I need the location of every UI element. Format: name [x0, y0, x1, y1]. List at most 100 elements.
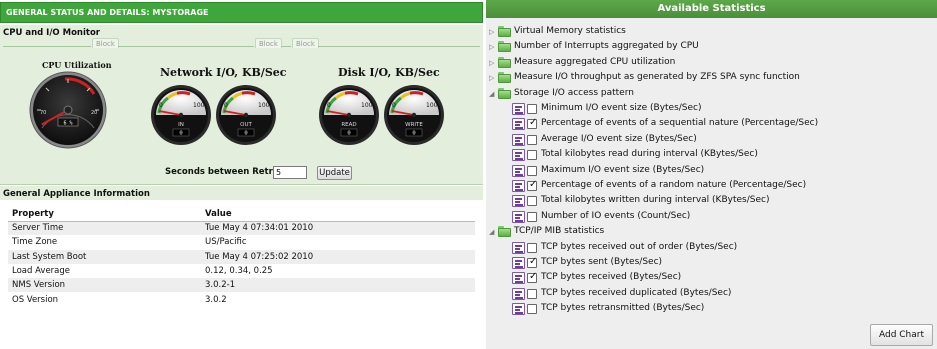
stat-item-avg-io-size[interactable]: Average I/O event size (Bytes/Sec)	[486, 133, 937, 148]
folder-icon	[498, 26, 511, 37]
table-row: Last System Boot Tue May 4 07:25:02 2010	[8, 249, 475, 264]
in-gauge-min: 0	[159, 102, 163, 109]
stat-item-tcp-out-of-order[interactable]: TCP bytes received out of order (Bytes/S…	[486, 241, 937, 256]
stat-label: Percentage of events of a random nature …	[541, 180, 807, 190]
collapse-arrow-icon[interactable]: ◢	[489, 90, 494, 98]
stat-label: Maximum I/O event size (Bytes/Sec)	[541, 164, 705, 175]
stat-chart-icon	[512, 287, 525, 300]
write-gauge-value: 0	[412, 131, 415, 137]
checkbox-icon[interactable]	[527, 211, 537, 222]
checkbox-icon[interactable]	[527, 150, 537, 161]
stat-item-min-io-size[interactable]: Minimum I/O event size (Bytes/Sec)	[486, 102, 937, 117]
stat-item-tcp-retransmitted[interactable]: TCP bytes retransmitted (Bytes/Sec)	[486, 302, 937, 317]
read-gauge-label: READ	[341, 122, 356, 128]
category-interrupts[interactable]: ▷ Number of Interrupts aggregated by CPU	[486, 40, 937, 55]
stat-chart-icon	[512, 118, 525, 131]
disk-write-gauge: 0 100 WRITE 0	[384, 85, 444, 145]
category-label: Measure I/O throughput as generated by Z…	[514, 72, 800, 83]
expand-arrow-icon[interactable]: ▷	[489, 43, 494, 51]
stat-label: Minimum I/O event size (Bytes/Sec)	[541, 103, 702, 113]
checkbox-icon[interactable]	[527, 165, 537, 176]
read-gauge-value: 0	[347, 131, 350, 137]
category-label: Storage I/O access pattern	[514, 87, 634, 98]
value-cell: 0.12, 0.34, 0.25	[201, 263, 475, 279]
general-status-panel: GENERAL STATUS AND DETAILS: MYSTORAGE CP…	[0, 0, 483, 349]
table-row: NMS Version 3.0.2-1	[8, 278, 475, 293]
value-cell: US/Pacific	[201, 235, 475, 250]
stat-chart-icon	[512, 257, 525, 269]
checkbox-icon[interactable]	[527, 242, 537, 253]
block-tab-network[interactable]: Block	[255, 38, 282, 48]
property-cell: Server Time	[8, 221, 201, 236]
checkbox-icon[interactable]	[527, 288, 537, 299]
checkbox-icon[interactable]	[527, 104, 537, 114]
divider	[3, 46, 91, 47]
cpu-utilization-gauge: 70 20 6 %	[29, 71, 107, 149]
category-zfs-spa-sync[interactable]: ▷ Measure I/O throughput as generated by…	[486, 71, 937, 86]
out-gauge-min: 0	[224, 102, 228, 109]
read-gauge-max: 100	[361, 102, 373, 109]
stat-item-sequential-pct[interactable]: ✓ Percentage of events of a sequential n…	[486, 117, 937, 132]
stat-chart-icon	[512, 149, 525, 162]
stat-label: TCP bytes sent (Bytes/Sec)	[541, 257, 663, 267]
table-row: Server Time Tue May 4 07:34:01 2010	[8, 221, 475, 236]
category-cpu-utilization[interactable]: ▷ Measure aggregated CPU utilization	[486, 56, 937, 71]
stat-chart-icon	[512, 103, 525, 115]
stat-chart-icon	[512, 303, 525, 316]
stat-item-kb-written[interactable]: Total kilobytes written during interval …	[486, 194, 937, 209]
in-gauge-max: 100	[193, 102, 205, 109]
stat-item-tcp-sent[interactable]: ✓ TCP bytes sent (Bytes/Sec)	[486, 256, 937, 271]
add-chart-button[interactable]: Add Chart	[870, 324, 933, 346]
stat-item-max-io-size[interactable]: Maximum I/O event size (Bytes/Sec)	[486, 164, 937, 179]
cpu-io-title: CPU and I/O Monitor	[3, 28, 100, 38]
checkbox-icon[interactable]	[527, 196, 537, 207]
property-cell: Load Average	[8, 263, 201, 279]
stat-item-io-events[interactable]: Number of IO events (Count/Sec)	[486, 210, 937, 225]
update-button[interactable]: Update	[317, 166, 352, 180]
cpu-utilization-readout: 6 %	[63, 121, 72, 127]
stat-label: Percentage of events of a sequential nat…	[541, 118, 819, 129]
category-virtual-memory[interactable]: ▷ Virtual Memory statistics	[486, 25, 937, 40]
checkbox-icon[interactable]: ✓	[527, 256, 537, 268]
property-cell: Time Zone	[8, 235, 201, 250]
block-tab-disk[interactable]: Block	[292, 38, 319, 48]
cpu-utilization-title: CPU Utilization	[42, 60, 112, 70]
stat-item-tcp-received[interactable]: ✓ TCP bytes received (Bytes/Sec)	[486, 271, 937, 286]
table-row: Load Average 0.12, 0.34, 0.25	[8, 263, 475, 279]
property-cell: Last System Boot	[8, 249, 201, 264]
write-gauge-max: 100	[426, 102, 438, 109]
category-tcpip-mib[interactable]: ◢ TCP/IP MIB statistics	[486, 225, 937, 240]
general-status-header: GENERAL STATUS AND DETAILS: MYSTORAGE	[0, 2, 483, 23]
cpu-tick-20: 20	[91, 110, 97, 116]
checkbox-icon[interactable]: ✓	[527, 179, 537, 191]
expand-arrow-icon[interactable]: ▷	[489, 59, 494, 67]
table-row: OS Version 3.0.2	[8, 292, 475, 307]
category-storage-io[interactable]: ◢ Storage I/O access pattern	[486, 87, 937, 102]
divider	[281, 46, 291, 47]
seconds-between-retrieves-input[interactable]	[273, 166, 307, 179]
checkbox-icon[interactable]: ✓	[527, 117, 537, 130]
out-gauge-max: 100	[258, 102, 270, 109]
block-tab-cpu[interactable]: Block	[92, 38, 119, 48]
folder-icon	[498, 56, 511, 68]
network-in-gauge: 0 100 IN 0	[151, 85, 211, 145]
out-gauge-value: 0	[244, 131, 247, 137]
stat-item-tcp-duplicated[interactable]: TCP bytes received duplicated (Bytes/Sec…	[486, 287, 937, 302]
checkbox-icon[interactable]	[527, 304, 537, 315]
value-cell: 3.0.2	[201, 292, 475, 307]
write-gauge-label: WRITE	[405, 122, 423, 128]
disk-io-title: Disk I/O, KB/Sec	[338, 66, 440, 79]
available-statistics-panel: Available Statistics ▷ Virtual Memory st…	[486, 0, 937, 349]
stat-chart-icon	[512, 133, 525, 146]
checkbox-icon[interactable]: ✓	[527, 271, 537, 284]
property-cell: OS Version	[8, 292, 201, 307]
stat-item-random-pct[interactable]: ✓ Percentage of events of a random natur…	[486, 179, 937, 194]
collapse-arrow-icon[interactable]: ◢	[489, 228, 494, 236]
expand-arrow-icon[interactable]: ▷	[489, 74, 494, 82]
folder-icon	[498, 72, 511, 84]
stat-item-kb-read[interactable]: Total kilobytes read during interval (KB…	[486, 148, 937, 163]
expand-arrow-icon[interactable]: ▷	[489, 28, 494, 36]
checkbox-icon[interactable]	[527, 134, 537, 145]
value-cell: 3.0.2-1	[201, 278, 475, 293]
divider	[118, 46, 254, 47]
